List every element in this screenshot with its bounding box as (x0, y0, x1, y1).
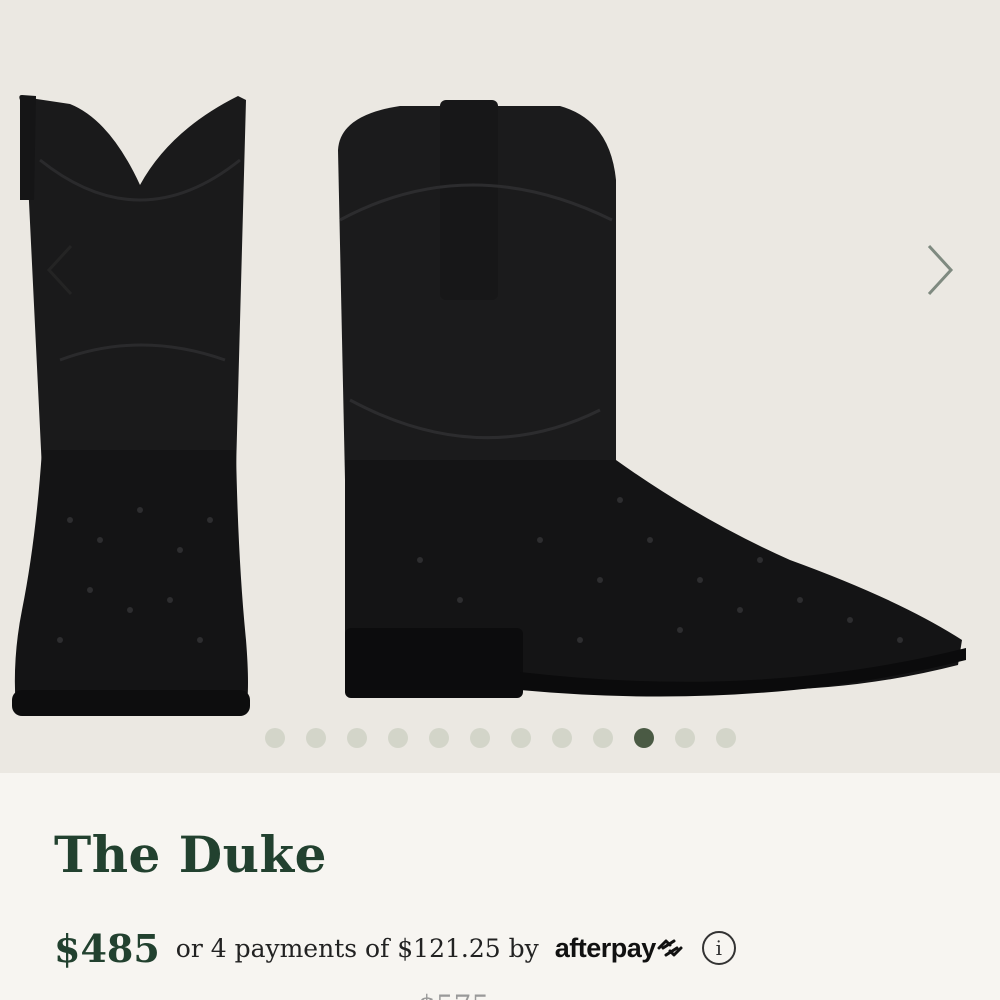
gallery-dot[interactable] (305, 728, 326, 748)
next-image-button[interactable] (910, 230, 970, 310)
product-price: $485 (54, 925, 160, 971)
gallery-dot[interactable] (592, 728, 613, 748)
installments-text: or 4 payments of $121.25 by (175, 933, 539, 963)
previous-image-button[interactable] (30, 230, 90, 310)
afterpay-label: afterpay (554, 932, 657, 963)
gallery-dot[interactable] (469, 728, 490, 748)
gallery-dot[interactable] (510, 728, 531, 748)
afterpay-arrows-icon (657, 939, 683, 957)
gallery-dot[interactable] (551, 728, 572, 748)
info-icon[interactable]: i (701, 931, 736, 965)
gallery-dot[interactable] (387, 728, 408, 748)
gallery-dot[interactable] (428, 728, 449, 748)
compare-price: $575 (418, 989, 489, 1000)
afterpay-logo: afterpay (555, 933, 684, 964)
gallery-dot[interactable] (715, 728, 736, 748)
price-row: $485 or 4 payments of $121.25 by afterpa… (54, 923, 736, 973)
gallery-dot[interactable] (346, 728, 367, 748)
product-gallery[interactable] (0, 0, 1000, 773)
product-info: The Duke $485 or 4 payments of $121.25 b… (0, 773, 1000, 1000)
gallery-pagination (0, 727, 1000, 749)
product-image (0, 0, 1000, 773)
gallery-dot[interactable] (264, 728, 285, 748)
product-title: The Duke (54, 825, 327, 884)
chevron-left-icon (46, 244, 73, 296)
gallery-dot[interactable] (674, 728, 695, 748)
chevron-right-icon (927, 244, 954, 296)
gallery-dot-active[interactable] (633, 728, 654, 748)
